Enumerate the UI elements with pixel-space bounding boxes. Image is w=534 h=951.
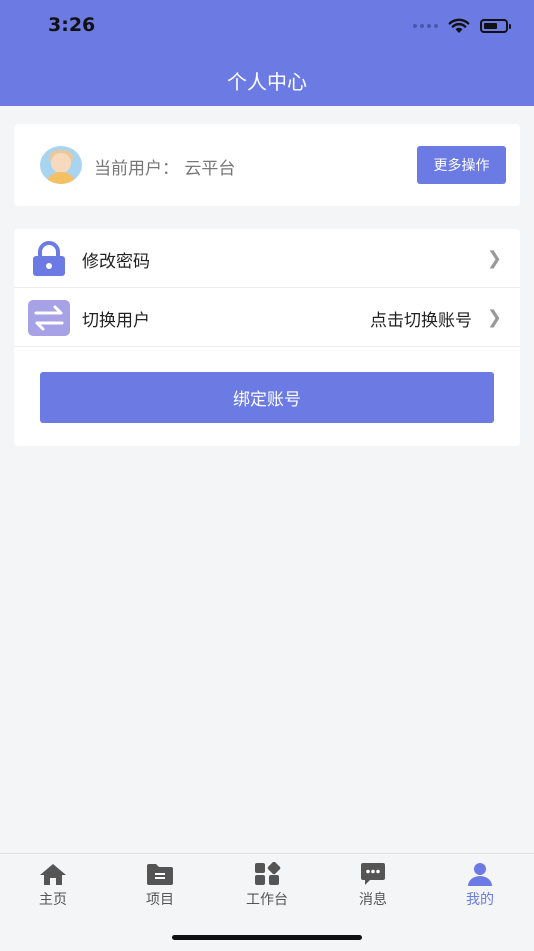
tab-label: 工作台 [246,892,288,908]
menu-item-label: 切换用户 [82,311,150,331]
home-icon [40,864,66,885]
tab-label: 项目 [146,892,174,908]
tab-label: 主页 [39,892,67,908]
user-card: 当前用户： 云平台 更多操作 [14,124,520,206]
tab-messages[interactable]: 消息 [333,862,413,909]
battery-icon [480,19,511,33]
tab-mine[interactable]: 我的 [440,862,520,909]
folder-icon [147,864,173,885]
status-time: 3:26 [48,14,96,36]
home-indicator [172,935,362,940]
switch-account-hint: 点击切换账号 [370,311,472,331]
menu-item-switch-user[interactable]: 切换用户 点击切换账号 ❯ [14,288,520,347]
tab-label: 我的 [466,892,494,908]
signal-icon [413,24,438,28]
menu-item-label: 修改密码 [82,252,150,272]
wifi-icon [448,18,470,33]
chevron-right-icon: ❯ [486,307,502,328]
workbench-icon [255,862,281,885]
tab-workbench[interactable]: 工作台 [227,862,307,909]
tab-label: 消息 [359,892,387,908]
menu-item-change-password[interactable]: 修改密码 ❯ [14,229,520,288]
page-title: 个人中心 [227,70,307,94]
tab-projects[interactable]: 项目 [120,862,200,909]
header-bar: 3:26 个人中心 [0,0,534,106]
chevron-right-icon: ❯ [486,248,502,269]
bind-account-button[interactable]: 绑定账号 [40,372,494,423]
avatar [40,146,82,184]
status-icons [413,18,511,34]
user-icon [468,863,492,886]
swap-icon [28,300,70,336]
message-icon [361,863,385,885]
lock-icon [33,241,65,276]
more-actions-button[interactable]: 更多操作 [417,146,506,184]
tab-home[interactable]: 主页 [13,862,93,909]
settings-card: 修改密码 ❯ 切换用户 点击切换账号 ❯ 绑定账号 [14,229,520,446]
current-user-label: 当前用户： 云平台 [94,159,236,179]
